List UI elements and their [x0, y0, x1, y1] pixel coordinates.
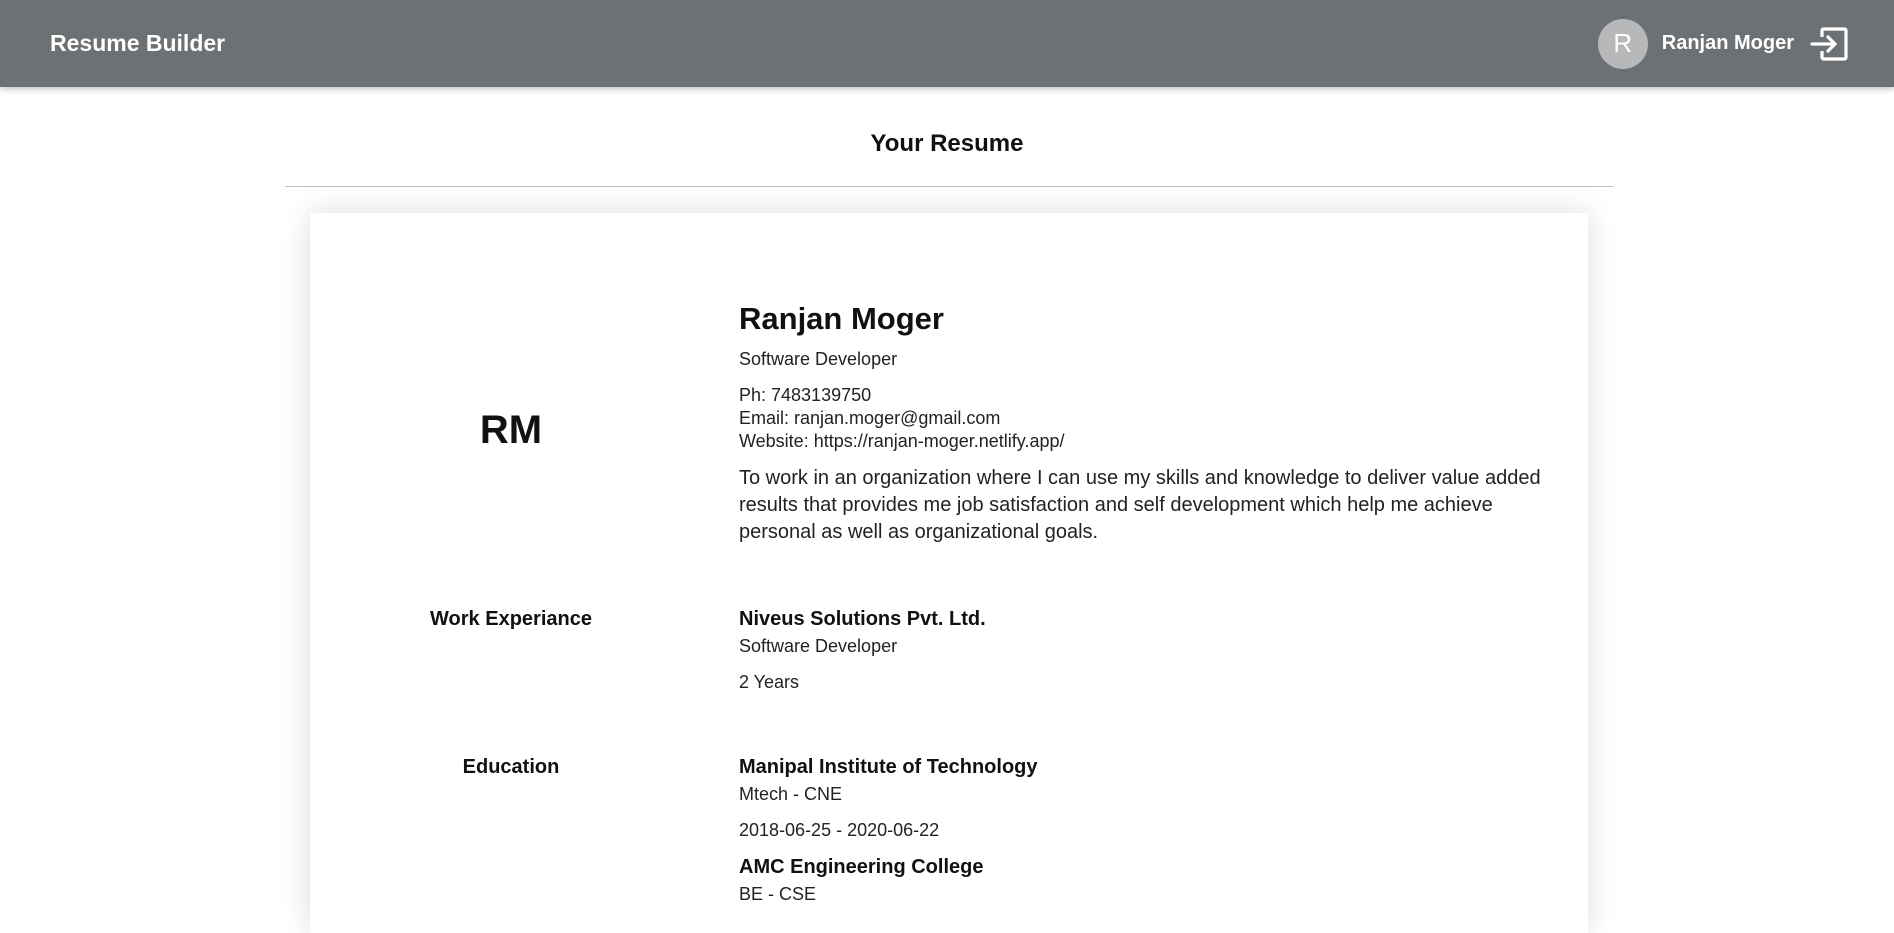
avatar[interactable]: R	[1597, 18, 1648, 69]
work-position: Software Developer	[739, 636, 898, 656]
contact-email: Email: ranjan.moger@gmail.com	[739, 408, 1001, 428]
contact-website: Website: https://ranjan-moger.netlify.ap…	[739, 431, 1065, 451]
user-menu: R Ranjan Moger	[1597, 0, 1848, 87]
resume-initials: RM	[479, 408, 543, 452]
work-section-label: Work Experiance	[430, 608, 592, 630]
contact-phone: Ph: 7483139750	[739, 385, 872, 405]
logout-icon	[1810, 26, 1848, 61]
resume-role: Software Developer	[739, 349, 898, 369]
career-objective: To work in an organization where I can u…	[739, 467, 1541, 543]
education-degree: BE - CSE	[739, 884, 817, 904]
page-title: Your Resume	[870, 130, 1024, 157]
resume-sheet: RM Ranjan Moger Software Developer Ph: 7…	[310, 213, 1588, 933]
top-navbar: Resume Builder R Ranjan Moger	[0, 0, 1894, 87]
resume-name: Ranjan Moger	[739, 301, 944, 336]
contact-block: Ph: 7483139750 Email: ranjan.moger@gmail…	[739, 384, 1065, 453]
divider	[285, 186, 1613, 187]
education-section-label: Education	[462, 756, 560, 778]
work-duration: 2 Years	[739, 672, 800, 692]
work-company: Niveus Solutions Pvt. Ltd.	[739, 608, 986, 630]
education-degree: Mtech - CNE	[739, 784, 843, 804]
education-institution: AMC Engineering College	[739, 856, 984, 878]
app-brand[interactable]: Resume Builder	[50, 0, 225, 87]
user-name[interactable]: Ranjan Moger	[1662, 32, 1794, 55]
logout-button[interactable]	[1810, 25, 1848, 63]
education-dates: 2018-06-25 - 2020-06-22	[739, 820, 940, 840]
education-institution: Manipal Institute of Technology	[739, 756, 1038, 778]
